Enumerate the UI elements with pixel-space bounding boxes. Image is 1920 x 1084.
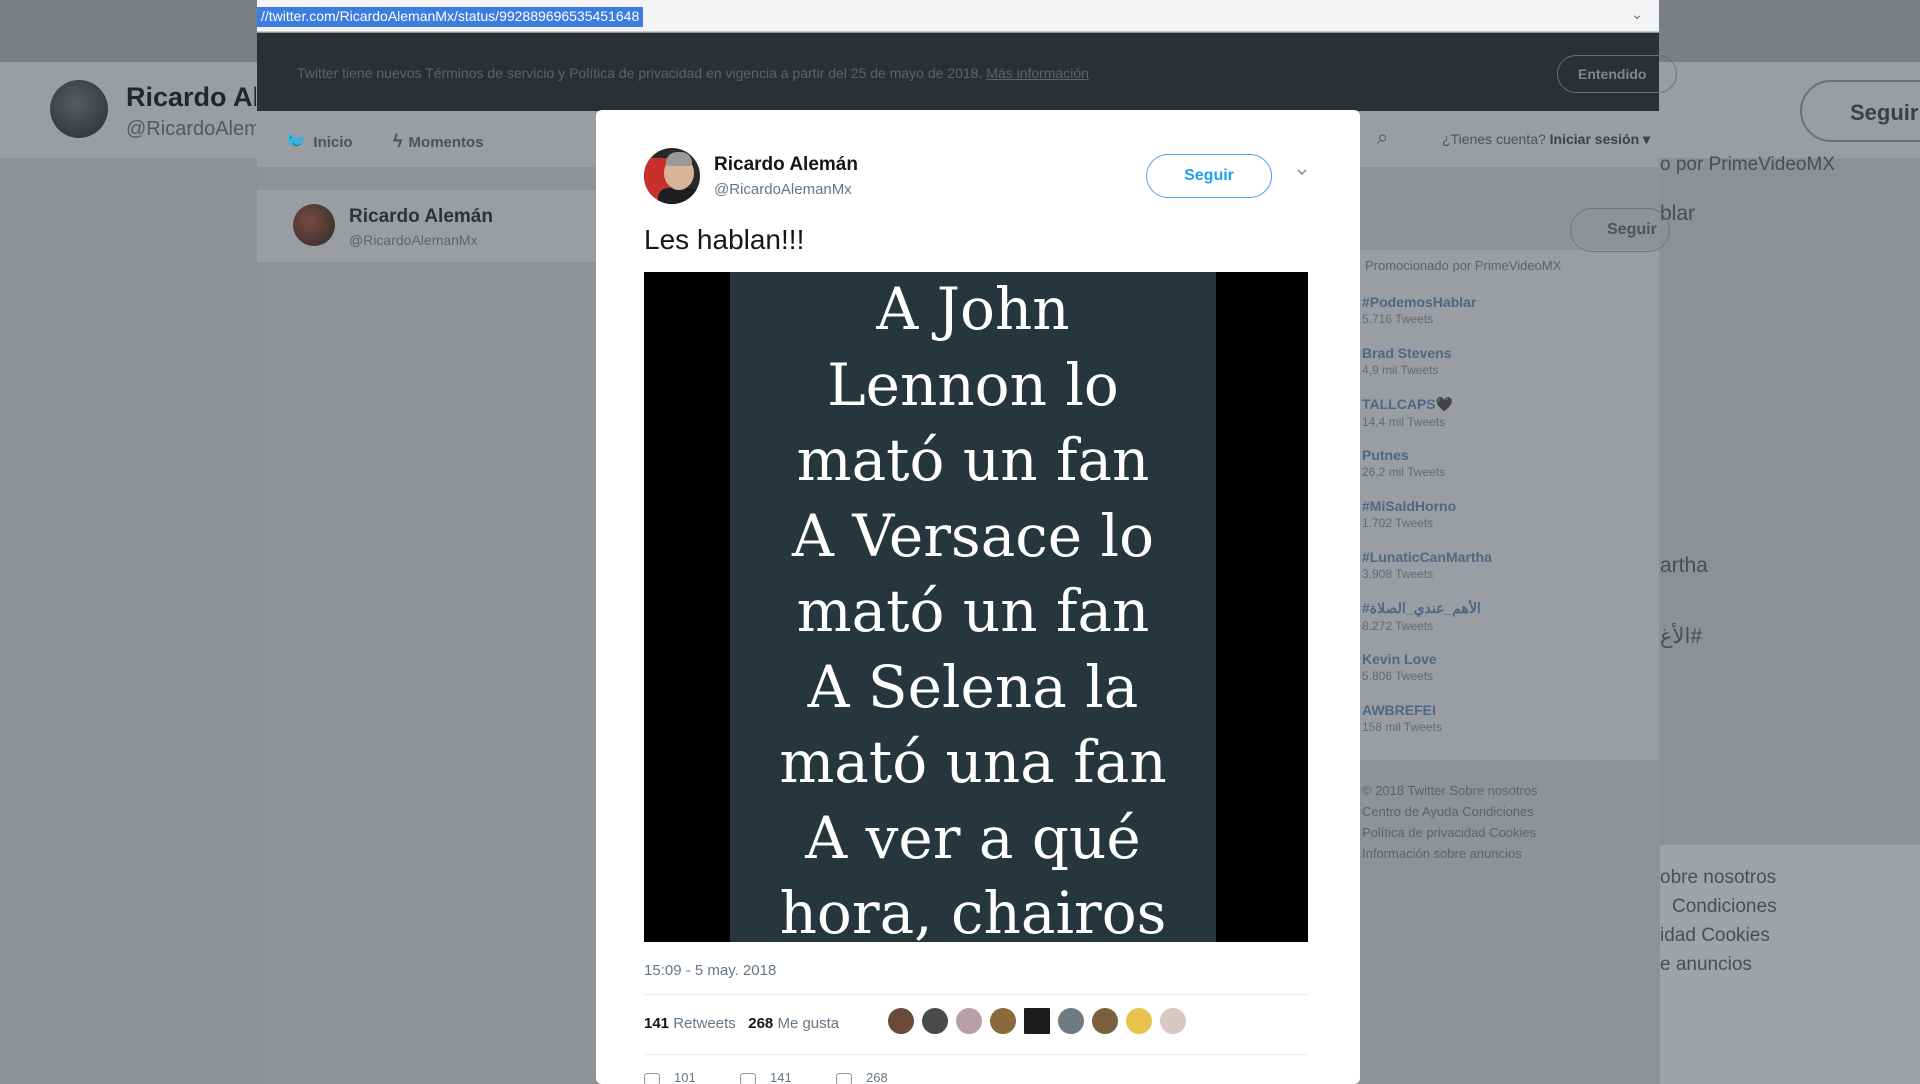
profile-handle[interactable]: @RicardoAlemanMx (349, 232, 478, 248)
trend-item[interactable]: Putnes 26,2 mil Tweets (1362, 447, 1642, 479)
avatar[interactable] (1056, 1006, 1086, 1036)
avatar[interactable] (954, 1006, 984, 1036)
notice-more-info-link[interactable]: Más información (986, 65, 1089, 81)
footer-link[interactable]: Información sobre anuncios (1362, 843, 1652, 864)
outer-trend-fragment: artha (1660, 554, 1708, 577)
avatar[interactable] (988, 1006, 1018, 1036)
tweet-author-handle[interactable]: @RicardoAlemanMx (714, 181, 852, 198)
privacy-notice-bar: Twitter tiene nuevos Términos de servici… (257, 33, 1677, 111)
reply-button[interactable]: 101 (644, 1070, 696, 1084)
outer-follow-button[interactable]: Seguir (1800, 80, 1920, 142)
avatar[interactable] (293, 204, 335, 246)
follow-button[interactable]: Seguir (1146, 154, 1272, 198)
outer-profile-name: Ricardo Alemán (126, 82, 256, 112)
image-text-line: mató una fan (779, 728, 1167, 796)
outer-footer-link[interactable]: Condiciones (1672, 896, 1777, 918)
image-text-line: mató un fan (796, 426, 1150, 494)
tweet-modal: Ricardo Alemán @RicardoAlemanMx Seguir L… (596, 110, 1360, 1084)
notice-text: Twitter tiene nuevos Términos de servici… (297, 65, 1089, 81)
retweet-count[interactable]: 141 (644, 1015, 669, 1032)
image-text-line: mató un fan (796, 577, 1150, 645)
footer-link[interactable]: Política de privacidad Cookies (1362, 822, 1652, 843)
like-button[interactable]: 268 (836, 1070, 888, 1084)
trend-item[interactable]: #MiSaldHorno 1.702 Tweets (1362, 498, 1642, 530)
tweet-image-text: A John Lennon lo mató un fan A Versace l… (730, 272, 1216, 942)
avatar[interactable] (1124, 1006, 1154, 1036)
notice-dismiss-button[interactable]: Entendido (1557, 55, 1677, 93)
address-url[interactable]: //twitter.com/RicardoAlemanMx/status/992… (257, 7, 644, 27)
tweet-stats: 141 Retweets 268 Me gusta (644, 1015, 839, 1032)
profile-card[interactable]: Ricardo Alemán @RicardoAlemanMx (257, 190, 597, 262)
trend-item[interactable]: AWBREFEI 158 mil Tweets (1362, 702, 1642, 734)
twitter-footer-links: © 2018 Twitter Sobre nosotros Centro de … (1362, 780, 1652, 864)
footer-link[interactable]: © 2018 Twitter Sobre nosotros (1362, 780, 1652, 801)
trend-item[interactable]: #PodemosHablar 5.716 Tweets (1362, 294, 1642, 326)
search-icon[interactable]: ⌕ (1377, 127, 1388, 150)
avatar[interactable] (644, 148, 700, 204)
image-text-line: A ver a qué (805, 803, 1141, 872)
outer-footer-link[interactable]: idad Cookies (1660, 925, 1770, 947)
chevron-down-icon[interactable]: ⌄ (1631, 6, 1643, 23)
image-text-line: A Versace lo (792, 501, 1154, 570)
avatar[interactable] (1158, 1006, 1188, 1036)
outer-avatar (50, 80, 108, 138)
bird-icon: 🐦 (285, 131, 308, 151)
image-text-line: Lennon lo (827, 350, 1119, 419)
tweet-actions: 101 141 268 (644, 1070, 1044, 1084)
image-text-line: hora, chairos (779, 879, 1167, 942)
lightning-icon: ϟ (393, 131, 403, 151)
tweet-image-panel: A John Lennon lo mató un fan A Versace l… (730, 272, 1216, 942)
tweet-text: Les hablan!!! (644, 224, 805, 255)
image-text-line: A John (876, 275, 1070, 343)
outer-trend-fragment: الأغ# (1660, 625, 1703, 648)
trend-item[interactable]: TALLCAPS🖤 14,4 mil Tweets (1362, 396, 1642, 429)
nav-moments[interactable]: ϟ Momentos (393, 131, 484, 152)
retweet-button[interactable]: 141 (740, 1070, 792, 1084)
trend-item[interactable]: #LunaticCanMartha 3.908 Tweets (1362, 549, 1642, 581)
trend-item[interactable]: Brad Stevens 4,9 mil Tweets (1362, 345, 1642, 377)
reply-icon (644, 1072, 660, 1084)
heart-icon (836, 1072, 852, 1084)
avatar[interactable] (886, 1006, 916, 1036)
tweet-timestamp[interactable]: 15:09 - 5 may. 2018 (644, 962, 776, 979)
login-area[interactable]: ¿Tienes cuenta? Iniciar sesión ▾ (1442, 131, 1650, 148)
avatar[interactable] (1022, 1006, 1052, 1036)
outer-promoted-text: o por PrimeVideoMX (1660, 154, 1835, 175)
footer-link[interactable]: Centro de Ayuda Condiciones (1362, 801, 1652, 822)
outer-profile-handle: @RicardoAlemanMx (126, 118, 256, 140)
trend-item[interactable]: Kevin Love 5.806 Tweets (1362, 651, 1642, 683)
tweet-author-name[interactable]: Ricardo Alemán (714, 154, 858, 176)
like-count[interactable]: 268 (748, 1015, 773, 1032)
divider (644, 994, 1308, 995)
avatar[interactable] (1090, 1006, 1120, 1036)
retweet-icon (740, 1072, 756, 1084)
address-bar[interactable]: //twitter.com/RicardoAlemanMx/status/992… (257, 0, 1659, 32)
profile-name[interactable]: Ricardo Alemán (349, 206, 493, 228)
chevron-down-icon[interactable] (1296, 166, 1308, 178)
retweet-label[interactable]: Retweets (673, 1015, 736, 1032)
outer-footer: obre nosotros Condiciones idad Cookies e… (1660, 845, 1920, 1084)
divider (644, 1054, 1308, 1055)
outer-footer-link[interactable]: obre nosotros (1660, 867, 1776, 889)
like-label[interactable]: Me gusta (777, 1015, 839, 1032)
avatar[interactable] (920, 1006, 950, 1036)
trend-item[interactable]: #الأهم_عندي_الصلاة 8.272 Tweets (1362, 600, 1642, 633)
image-text-line: A Selena la (807, 652, 1139, 721)
login-link[interactable]: Iniciar sesión ▾ (1550, 131, 1650, 147)
outer-footer-link[interactable]: e anuncios (1660, 954, 1752, 976)
follow-button[interactable]: Seguir (1570, 208, 1670, 252)
promoted-label: Promocionado por PrimeVideoMX (1365, 258, 1562, 273)
tweet-image[interactable]: A John Lennon lo mató un fan A Versace l… (644, 272, 1308, 942)
nav-home[interactable]: 🐦 Inicio (285, 131, 353, 152)
